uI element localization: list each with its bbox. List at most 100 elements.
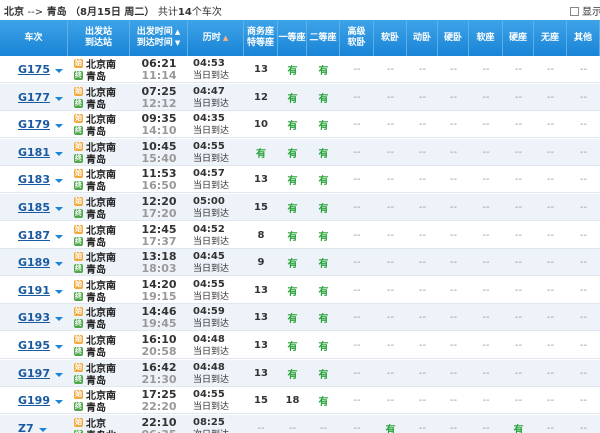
to-station[interactable]: 终青岛 <box>74 318 106 331</box>
seat-availability-cell[interactable]: 有 <box>278 277 307 304</box>
seat-availability-cell[interactable]: 有 <box>278 194 307 221</box>
seat-availability-cell[interactable]: 8 <box>244 222 278 249</box>
seat-availability-cell[interactable]: 有 <box>307 84 340 111</box>
seat-availability-cell[interactable]: 13 <box>244 332 278 359</box>
expand-stops-icon[interactable] <box>55 68 63 73</box>
col-header-times[interactable]: 出发时间 ▲ 到达时间 ▼ <box>130 20 188 56</box>
seat-availability-cell[interactable]: 12 <box>244 84 278 111</box>
train-number-cell[interactable]: G175 <box>0 56 68 83</box>
train-number-cell[interactable]: G179 <box>0 111 68 138</box>
seat-availability-cell[interactable]: 有 <box>503 415 534 433</box>
sort-asc-icon[interactable]: ▲ <box>175 27 180 38</box>
train-number-cell[interactable]: Z7 <box>0 415 68 433</box>
train-number-link[interactable]: G191 <box>18 284 50 297</box>
train-number-cell[interactable]: G181 <box>0 139 68 166</box>
col-header-duration[interactable]: 历时 ▲ <box>188 20 244 56</box>
table-row[interactable]: G177 始北京南终青岛 07:25 12:12 04:47 当日到达 12 有有 -- -- --… <box>0 84 600 111</box>
seat-availability-cell[interactable]: 有 <box>307 222 340 249</box>
to-station[interactable]: 终青岛 <box>74 236 106 249</box>
to-station[interactable]: 终青岛 <box>74 263 106 276</box>
table-row[interactable]: G181 始北京南终青岛 10:45 15:40 04:55 当日到达有有有 -- -- -- -… <box>0 139 600 166</box>
seat-availability-cell[interactable]: 有 <box>307 332 340 359</box>
table-row[interactable]: Z7始北京终青岛北22:1006:3508:25次日到达--------有---… <box>0 415 600 433</box>
train-number-link[interactable]: G187 <box>18 229 50 242</box>
seat-availability-cell[interactable]: 有 <box>278 332 307 359</box>
expand-stops-icon[interactable] <box>38 427 47 432</box>
seat-availability-cell[interactable]: 有 <box>278 360 307 387</box>
to-station[interactable]: 终青岛 <box>74 208 106 221</box>
train-number-cell[interactable]: G191 <box>0 277 68 304</box>
seat-availability-cell[interactable]: 有 <box>278 304 307 331</box>
sort-desc-icon[interactable]: ▼ <box>175 38 180 49</box>
seat-availability-cell[interactable]: 有 <box>307 249 340 276</box>
train-number-cell[interactable]: G183 <box>0 166 68 193</box>
seat-availability-cell[interactable]: 有 <box>307 194 340 221</box>
to-station[interactable]: 终青岛 <box>74 401 106 414</box>
to-station[interactable]: 终青岛 <box>74 70 106 83</box>
train-number-link[interactable]: G185 <box>18 201 50 214</box>
table-row[interactable]: G189 始北京南终青岛 13:18 18:03 04:45 当日到达 9 有有 -- -- -- -… <box>0 249 600 276</box>
seat-availability-cell[interactable]: 13 <box>244 277 278 304</box>
train-number-link[interactable]: G197 <box>18 367 50 380</box>
table-row[interactable]: G179 始北京南终青岛 09:35 14:10 04:35 当日到达 10 有有 -- -- --… <box>0 111 600 138</box>
expand-stops-icon[interactable] <box>55 399 63 404</box>
seat-availability-cell[interactable]: 13 <box>244 56 278 83</box>
seat-availability-cell[interactable]: 有 <box>278 84 307 111</box>
seat-availability-cell[interactable]: 18 <box>278 387 307 414</box>
train-number-cell[interactable]: G189 <box>0 249 68 276</box>
seat-availability-cell[interactable]: 有 <box>278 139 307 166</box>
to-station[interactable]: 终青岛 <box>74 125 106 138</box>
train-number-link[interactable]: G179 <box>18 118 50 131</box>
expand-stops-icon[interactable] <box>55 151 63 156</box>
seat-availability-cell[interactable]: 有 <box>278 222 307 249</box>
display-option[interactable]: 显示 <box>570 3 600 18</box>
expand-stops-icon[interactable] <box>55 96 63 101</box>
to-station[interactable]: 终青岛北 <box>74 429 116 433</box>
seat-availability-cell[interactable]: 有 <box>307 387 340 414</box>
table-row[interactable]: G175 始北京南终青岛 06:21 11:14 04:53 当日到达 13 有有 -- -- --… <box>0 56 600 83</box>
train-number-link[interactable]: G175 <box>18 63 50 76</box>
train-number-link[interactable]: G183 <box>18 173 50 186</box>
expand-stops-icon[interactable] <box>55 123 63 128</box>
table-row[interactable]: G195 始北京南终青岛 16:10 20:58 04:48 当日到达 13 有有 -- -- --… <box>0 332 600 359</box>
seat-availability-cell[interactable]: 有 <box>307 360 340 387</box>
table-row[interactable]: G199 始北京南终青岛 17:25 22:20 04:55 当日到达 15 18 有 -- -- -… <box>0 387 600 414</box>
train-number-link[interactable]: Z7 <box>18 422 34 433</box>
seat-availability-cell[interactable]: 15 <box>244 387 278 414</box>
to-station[interactable]: 终青岛 <box>74 291 106 304</box>
train-number-link[interactable]: G193 <box>18 311 50 324</box>
to-station[interactable]: 终青岛 <box>74 180 106 193</box>
seat-availability-cell[interactable]: 15 <box>244 194 278 221</box>
seat-availability-cell[interactable]: 有 <box>278 56 307 83</box>
table-row[interactable]: G193 始北京南终青岛 14:46 19:45 04:59 当日到达 13 有有 -- -- --… <box>0 304 600 331</box>
seat-availability-cell[interactable]: 有 <box>307 139 340 166</box>
display-checkbox[interactable] <box>570 7 579 16</box>
seat-availability-cell[interactable]: 13 <box>244 166 278 193</box>
expand-stops-icon[interactable] <box>55 316 63 321</box>
train-number-cell[interactable]: G185 <box>0 194 68 221</box>
train-number-cell[interactable]: G195 <box>0 332 68 359</box>
to-station[interactable]: 终青岛 <box>74 346 106 359</box>
table-row[interactable]: G185 始北京南终青岛 12:20 17:20 05:00 当日到达 15 有有 -- -- --… <box>0 194 600 221</box>
expand-stops-icon[interactable] <box>55 344 63 349</box>
seat-availability-cell[interactable]: 有 <box>278 111 307 138</box>
sort-up-icon[interactable]: ▲ <box>223 33 228 44</box>
seat-availability-cell[interactable]: 13 <box>244 304 278 331</box>
table-row[interactable]: G191 始北京南终青岛 14:20 19:15 04:55 当日到达 13 有有 -- -- --… <box>0 277 600 304</box>
expand-stops-icon[interactable] <box>55 206 63 211</box>
seat-availability-cell[interactable]: 有 <box>374 415 407 433</box>
table-row[interactable]: G187 始北京南终青岛 12:45 17:37 04:52 当日到达 8 有有 -- -- -- -… <box>0 222 600 249</box>
train-number-link[interactable]: G177 <box>18 91 50 104</box>
expand-stops-icon[interactable] <box>55 261 63 266</box>
table-row[interactable]: G197 始北京南终青岛 16:42 21:30 04:48 当日到达 13 有有 -- -- --… <box>0 360 600 387</box>
train-number-cell[interactable]: G193 <box>0 304 68 331</box>
expand-stops-icon[interactable] <box>55 289 63 294</box>
seat-availability-cell[interactable]: 有 <box>307 277 340 304</box>
train-number-link[interactable]: G199 <box>18 394 50 407</box>
seat-availability-cell[interactable]: 有 <box>278 166 307 193</box>
train-number-cell[interactable]: G199 <box>0 387 68 414</box>
seat-availability-cell[interactable]: 有 <box>307 304 340 331</box>
train-number-cell[interactable]: G187 <box>0 222 68 249</box>
train-number-cell[interactable]: G177 <box>0 84 68 111</box>
train-number-link[interactable]: G189 <box>18 256 50 269</box>
